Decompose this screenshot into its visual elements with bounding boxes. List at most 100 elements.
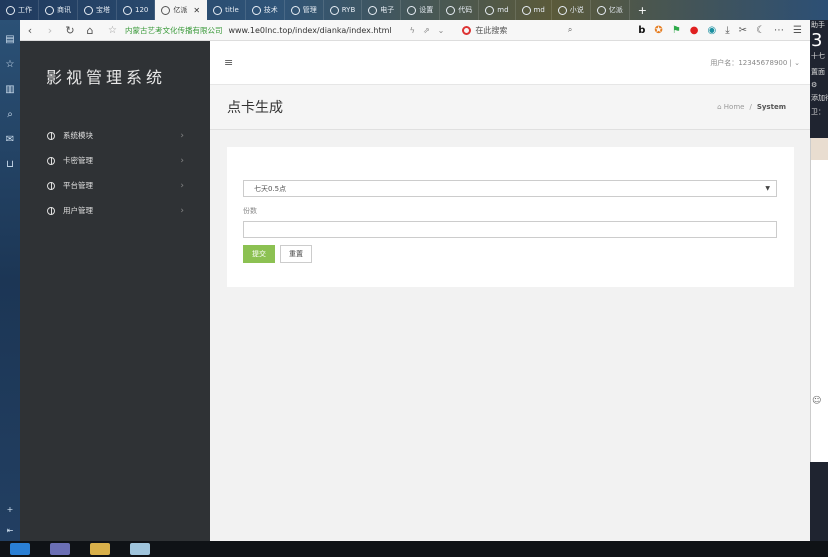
reader-icon[interactable]: ▤ [5,34,14,45]
back-icon[interactable]: ‹ [20,24,40,37]
tab-novel[interactable]: 小说 [552,0,591,20]
tab-work[interactable]: 工作 [0,0,39,20]
count-input[interactable] [243,221,777,238]
search-input[interactable]: 在此搜索 [475,25,507,36]
opera-icon[interactable]: ● [690,25,699,36]
globe-icon [329,5,339,15]
user-name: 12345678900 [738,58,788,67]
breadcrumb-home[interactable]: ⌂ Home [717,103,744,111]
settings-icon[interactable]: ⚙ [810,81,828,89]
home-icon: ⌂ [717,103,722,111]
globe-icon [596,5,606,15]
panel-line: 添加待 [811,94,828,102]
wechat-icon [407,5,417,15]
tab-label: 亿派 [608,6,623,14]
menu-icon[interactable]: ☰ [793,25,802,36]
close-icon[interactable]: ✕ [193,6,200,15]
sidebar-item-cards[interactable]: 卡密管理 › [20,148,210,173]
globe-icon [47,181,55,190]
globe-icon [290,5,300,15]
lightning-icon[interactable]: ϟ [410,26,415,35]
forward-icon[interactable]: › [40,24,60,37]
bookmark-star-icon[interactable]: ☆ [108,25,117,36]
form-card: 七天0.5点 ▼ 份数 提交 重置 [227,147,794,287]
reload-icon[interactable]: ↻ [60,24,80,37]
sidebar-item-users[interactable]: 用户管理 › [20,198,210,223]
download-icon[interactable]: ⤓ [725,25,729,36]
moon-icon[interactable]: ☾ [756,25,765,36]
tab-label: 技术 [263,6,278,14]
tab-active[interactable]: 亿派 ✕ [155,0,208,20]
tab-manage[interactable]: 管理 [285,0,324,20]
panel-line: 助手 [811,21,825,29]
app-main: ≡ 用户名：12345678900 | ⌄ 点卡生成 ⌂ Home / Syst… [210,41,810,541]
thumbnail-image [811,138,828,160]
emoji-icon[interactable]: ☺ [812,396,821,406]
gamepad-icon[interactable]: ✪ [654,25,662,36]
toolbar-extensions: b ✪ ⚑ ● ◉ ⤓ ✂ ☾ ⋯ ☰ [638,25,810,36]
globe-icon [161,5,171,15]
hamburger-icon[interactable]: ≡ [224,56,233,69]
tab-electronic[interactable]: 电子 [362,0,402,20]
panel-line: 3 [811,30,823,51]
search-icon[interactable]: ⌕ [7,109,13,120]
collapse-icon[interactable]: ⇤ [7,526,14,535]
b-extension-icon[interactable]: b [638,25,645,36]
reset-button[interactable]: 重置 [280,245,312,263]
tab-120[interactable]: 120 [117,0,156,20]
panel-line: 置面 [811,68,825,76]
flag-icon[interactable]: ⚑ [672,25,681,36]
card-type-select[interactable]: 七天0.5点 ▼ [243,180,777,197]
site-name: 内蒙古艺考文化传播有限公司 [124,25,223,35]
tab-settings[interactable]: 设置 [401,0,441,20]
sidebar-item-label: 卡密管理 [63,156,93,165]
tab-news[interactable]: 商讯 [39,0,78,20]
address-actions: ϟ ⇗ ⌄ [410,26,445,35]
favorites-icon[interactable]: ☆ [6,59,15,70]
tab-md-2[interactable]: md [516,0,552,20]
tab-yipai-2[interactable]: 亿派 [591,0,630,20]
sidebar-item-platform[interactable]: 平台管理 › [20,173,210,198]
tab-ryb[interactable]: RYB [324,0,363,20]
tab-md-1[interactable]: md [479,0,516,20]
url-field[interactable]: www.1e0lnc.top/index/dianka/index.html [228,26,391,35]
tab-title[interactable]: title [207,0,246,20]
globe-icon [251,5,261,15]
more-icon[interactable]: ⋯ [774,25,784,36]
submit-button[interactable]: 提交 [243,245,275,263]
app-icon[interactable] [130,543,150,555]
caret-down-icon: ▼ [765,185,770,192]
tab-label: 120 [135,6,149,14]
app-icon[interactable] [50,543,70,555]
tab-label: 商讯 [57,6,71,14]
side-rail-bottom: + ⇤ [7,505,14,535]
share-icon[interactable]: ⇗ [423,26,430,35]
search-icon[interactable]: ⌕ [568,25,572,35]
sidebar-item-label: 用户管理 [63,206,93,215]
new-tab-icon[interactable]: + [630,4,655,17]
add-icon[interactable]: + [7,505,14,514]
folder-icon[interactable] [90,543,110,555]
user-menu[interactable]: 用户名：12345678900 | ⌄ [710,58,800,68]
home-icon[interactable]: ⌂ [80,24,100,37]
globe-icon [45,5,54,15]
page-title: 点卡生成 [227,100,283,116]
mail-icon[interactable]: ✉ [6,134,14,145]
breadcrumb: ⌂ Home / System [717,103,786,111]
sidebar-item-system[interactable]: 系统模块 › [20,123,210,148]
app-icon[interactable] [10,543,30,555]
chevron-down-icon[interactable]: ⌄ [438,26,445,35]
tab-baota[interactable]: 宝塔 [78,0,117,20]
search-box[interactable]: 在此搜索 ⌕ [462,25,572,36]
breadcrumb-current: System [756,103,786,111]
top-navbar: ≡ 用户名：12345678900 | ⌄ [210,41,810,85]
form-actions: 提交 重置 [243,245,777,263]
tab-tech[interactable]: 技术 [246,0,285,20]
globe-icon [557,5,567,15]
tab-code[interactable]: 代码 [440,0,480,20]
scissors-icon[interactable]: ✂ [739,25,747,36]
cart-icon[interactable]: ⊔ [6,159,14,170]
user-label: 用户名： [710,58,739,67]
translate-icon[interactable]: ◉ [708,25,717,36]
book-icon[interactable]: ▥ [5,84,14,95]
